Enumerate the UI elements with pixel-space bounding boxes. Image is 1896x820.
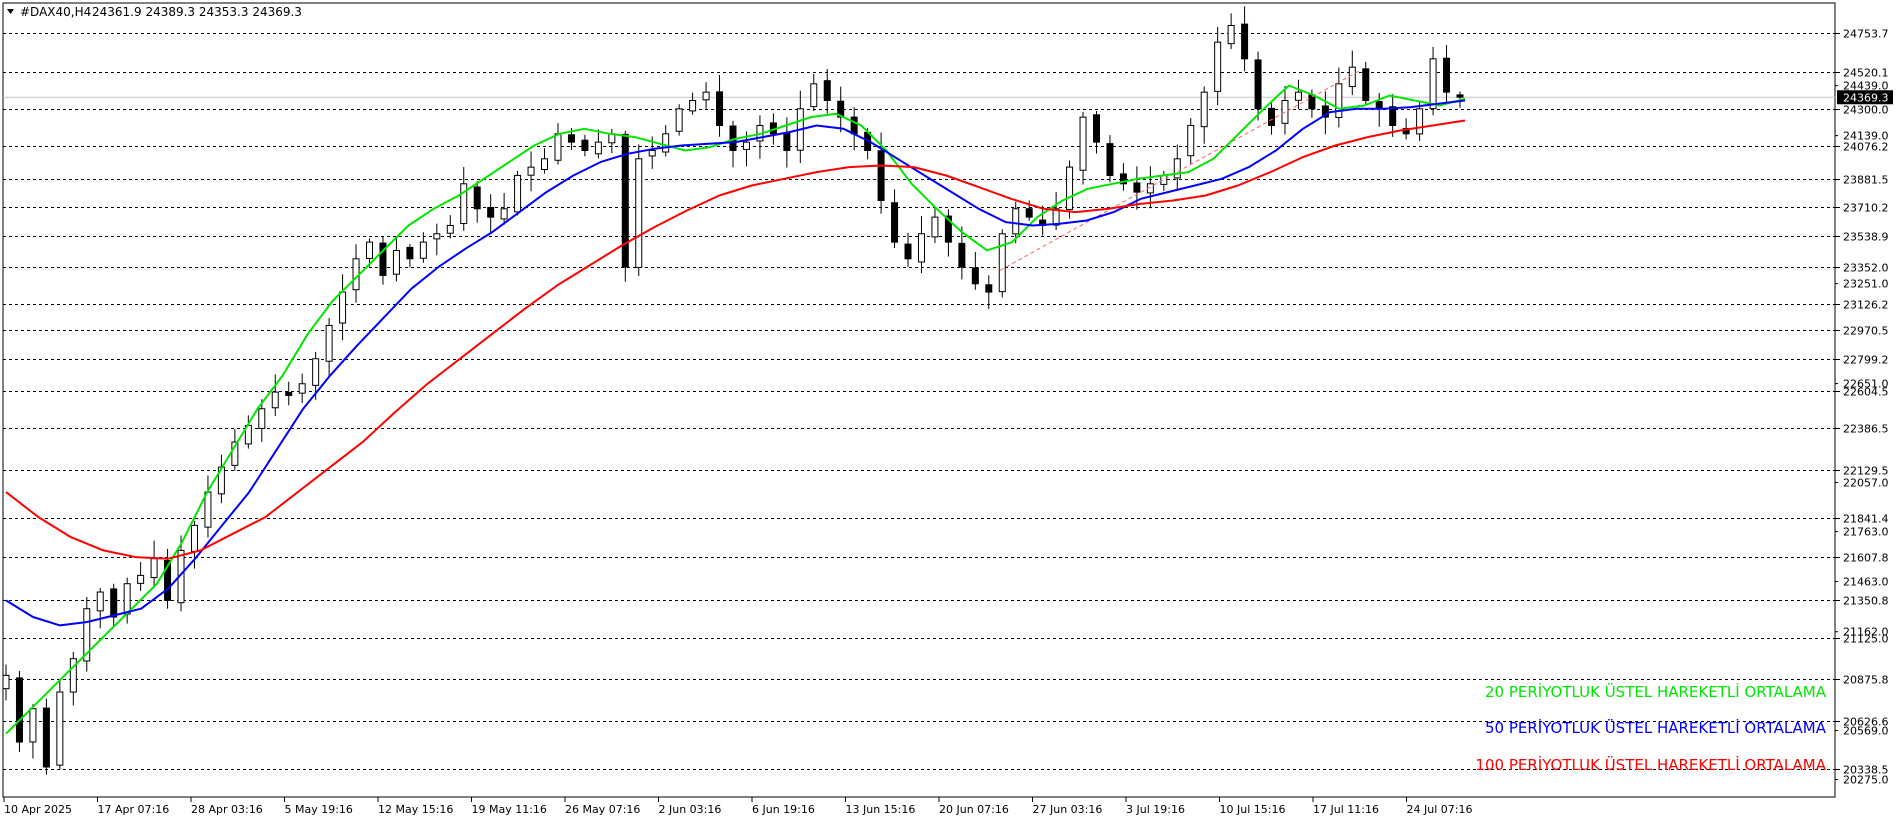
chart-legend: 20 PERİYOTLUK ÜSTEL HAREKETLİ ORTALAMA 50… (1475, 682, 1826, 774)
time-label-5: 19 May 11:16 (472, 803, 547, 816)
time-label-12: 3 Jul 19:16 (1126, 803, 1185, 816)
time-scale[interactable]: 10 Apr 2025 17 Apr 07:16 28 Apr 03:16 5 May… (3, 797, 1473, 816)
candle (42, 698, 50, 775)
price-label-8: 20569.0 (1843, 725, 1889, 738)
time-label-9: 13 Jun 15:16 (846, 803, 916, 816)
level-label-13: 22129.5 (1843, 465, 1889, 478)
legend-item-1: 20 PERİYOTLUK ÜSTEL HAREKETLİ ORTALAMA (1485, 682, 1827, 701)
time-label-13: 10 Jul 15:16 (1220, 803, 1286, 816)
time-label-1: 17 Apr 07:16 (98, 803, 170, 816)
level-label-12: 22386.5 (1843, 423, 1889, 436)
candle (56, 678, 64, 770)
level-label-1: 24520.1 (1843, 67, 1889, 80)
level-label-4: 23881.5 (1843, 174, 1889, 187)
legend-item-2: 50 PERİYOTLUK ÜSTEL HAREKETLİ ORTALAMA (1485, 718, 1827, 737)
candle (635, 144, 643, 276)
candle (1066, 160, 1074, 219)
time-label-0: 10 Apr 2025 (4, 803, 72, 816)
level-label-16: 21350.8 (1843, 595, 1889, 608)
legend-item-3: 100 PERİYOTLUK ÜSTEL HAREKETLİ ORTALAMA (1475, 755, 1826, 774)
level-label-2: 24300.0 (1843, 104, 1889, 117)
time-label-14: 17 Jul 11:16 (1313, 803, 1379, 816)
candle (675, 104, 683, 136)
price-label-9: 20275.0 (1843, 774, 1889, 787)
level-label-9: 22970.5 (1843, 325, 1889, 338)
candle (514, 170, 522, 216)
time-label-10: 20 Jun 07:16 (939, 803, 1009, 816)
level-label-0: 24753.7 (1843, 28, 1889, 41)
level-label-18: 20875.8 (1843, 674, 1889, 687)
level-label-15: 21607.8 (1843, 552, 1889, 565)
level-label-7: 23352.0 (1843, 262, 1889, 275)
level-label-14: 21841.4 (1843, 513, 1889, 526)
time-label-6: 26 May 07:16 (565, 803, 640, 816)
level-label-5: 23710.2 (1843, 202, 1889, 215)
level-label-8: 23126.2 (1843, 299, 1889, 312)
ohlc-values: 24361.9 24389.3 24353.3 24369.3 (92, 5, 302, 19)
symbol-label: #DAX40,H4 (20, 5, 91, 19)
time-label-11: 27 Jun 03:16 (1033, 803, 1103, 816)
time-label-3: 5 May 19:16 (285, 803, 353, 816)
current-price-label: 24369.3 (1843, 91, 1889, 104)
price-label-7: 21162.0 (1843, 626, 1889, 639)
time-label-2: 28 Apr 03:16 (191, 803, 263, 816)
price-label-4: 22057.0 (1843, 477, 1889, 490)
price-label-6: 21463.0 (1843, 576, 1889, 589)
time-label-7: 2 Jun 03:16 (659, 803, 722, 816)
time-label-8: 6 Jun 19:16 (752, 803, 815, 816)
candle (998, 229, 1006, 298)
candle (15, 670, 23, 752)
price-label-3: 22651.0 (1843, 378, 1889, 391)
price-scale[interactable]: 24753.724520.124300.024076.223881.523710… (1835, 28, 1893, 787)
price-label-5: 21763.0 (1843, 526, 1889, 539)
level-label-6: 23538.9 (1843, 231, 1889, 244)
price-label-1: 24139.0 (1843, 130, 1889, 143)
level-label-10: 22799.2 (1843, 354, 1889, 367)
time-label-15: 24 Jul 07:16 (1407, 803, 1473, 816)
price-chart[interactable]: 24753.724520.124300.024076.223881.523710… (0, 0, 1896, 820)
time-label-4: 12 May 15:16 (378, 803, 453, 816)
price-label-2: 23251.0 (1843, 278, 1889, 291)
